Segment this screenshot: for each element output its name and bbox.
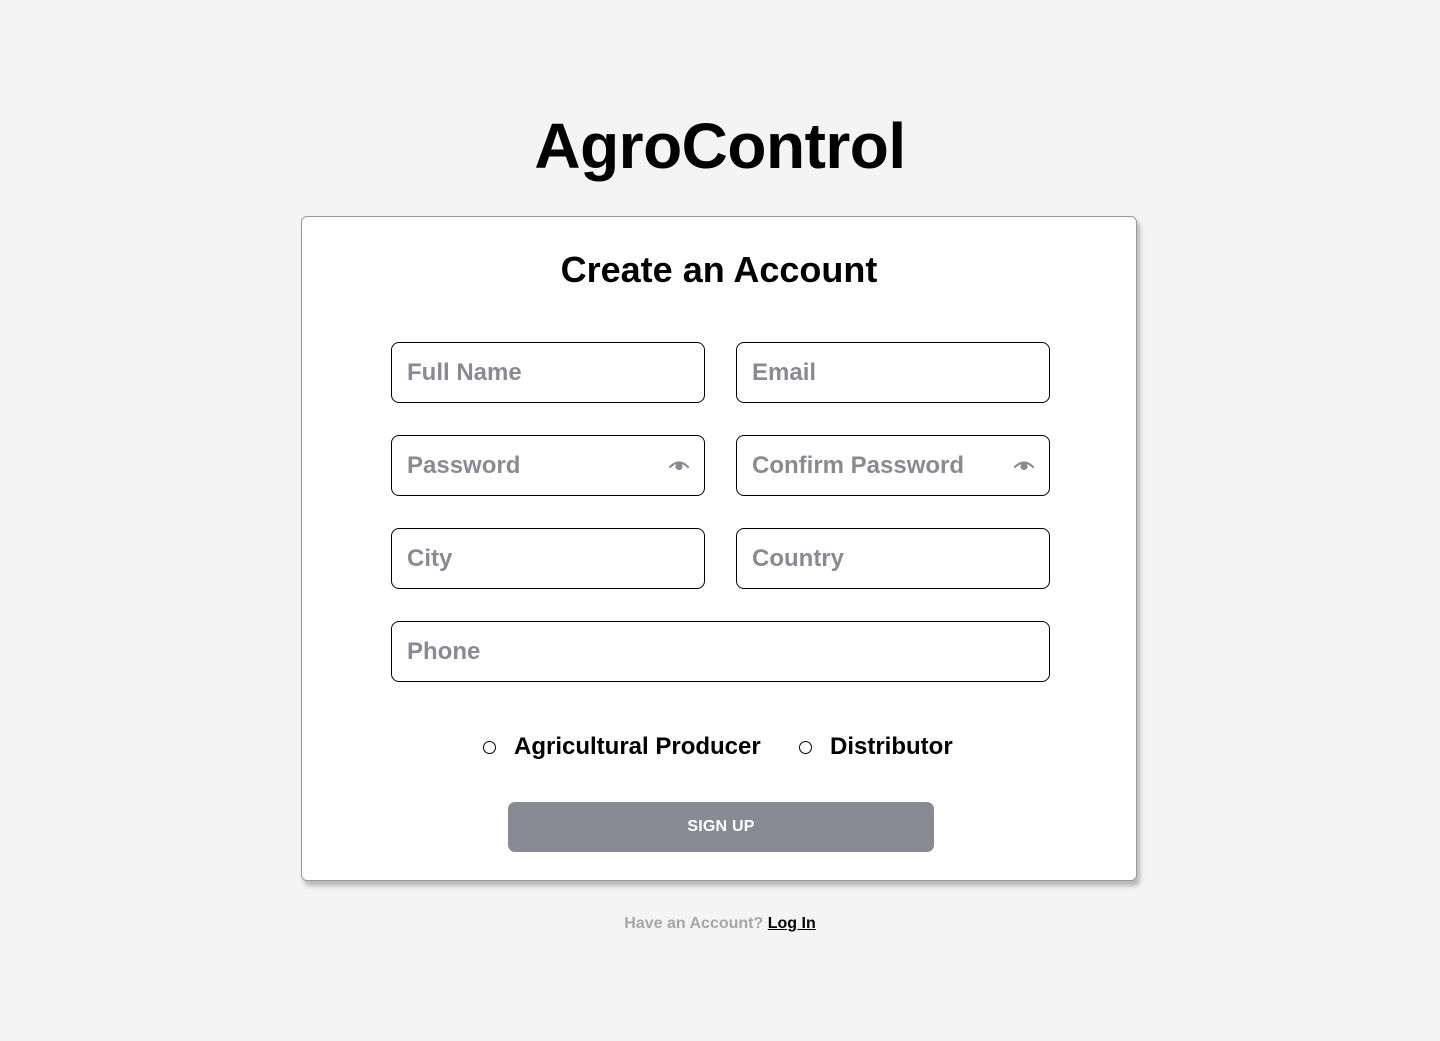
login-link[interactable]: Log In [768, 915, 816, 932]
confirm-password-input[interactable] [737, 436, 1049, 495]
city-field[interactable] [391, 528, 705, 589]
full-name-input[interactable] [392, 343, 704, 402]
producer-label: Agricultural Producer [514, 733, 761, 760]
email-input[interactable] [737, 343, 1049, 402]
phone-field[interactable] [391, 621, 1050, 682]
signup-page: AgroControl Create an Account Full Name … [0, 0, 1440, 1041]
eye-icon[interactable] [1013, 457, 1035, 473]
app-title: AgroControl [534, 110, 906, 182]
country-input[interactable] [737, 529, 1049, 588]
password-input[interactable] [392, 436, 704, 495]
city-input[interactable] [392, 529, 704, 588]
role-option-distributor[interactable]: Distributor [799, 732, 953, 762]
distributor-radio[interactable] [799, 740, 812, 754]
full-name-field[interactable] [391, 342, 705, 403]
distributor-label: Distributor [830, 733, 953, 760]
eye-icon[interactable] [668, 457, 690, 473]
password-field[interactable] [391, 435, 705, 496]
login-prompt-text: Have an Account? [624, 915, 764, 932]
signup-button[interactable]: SIGN UP [508, 802, 934, 852]
role-selector: Agricultural Producer Distributor [302, 732, 1136, 762]
confirm-password-field[interactable] [736, 435, 1050, 496]
login-prompt: Have an Account? Log In [0, 914, 1440, 934]
producer-radio[interactable] [483, 740, 496, 754]
signup-card: Create an Account Full Name Email City C… [301, 216, 1137, 881]
email-field[interactable] [736, 342, 1050, 403]
card-title: Create an Account [560, 249, 878, 290]
phone-input[interactable] [392, 622, 1049, 681]
country-field[interactable] [736, 528, 1050, 589]
role-option-producer[interactable]: Agricultural Producer [483, 732, 761, 762]
